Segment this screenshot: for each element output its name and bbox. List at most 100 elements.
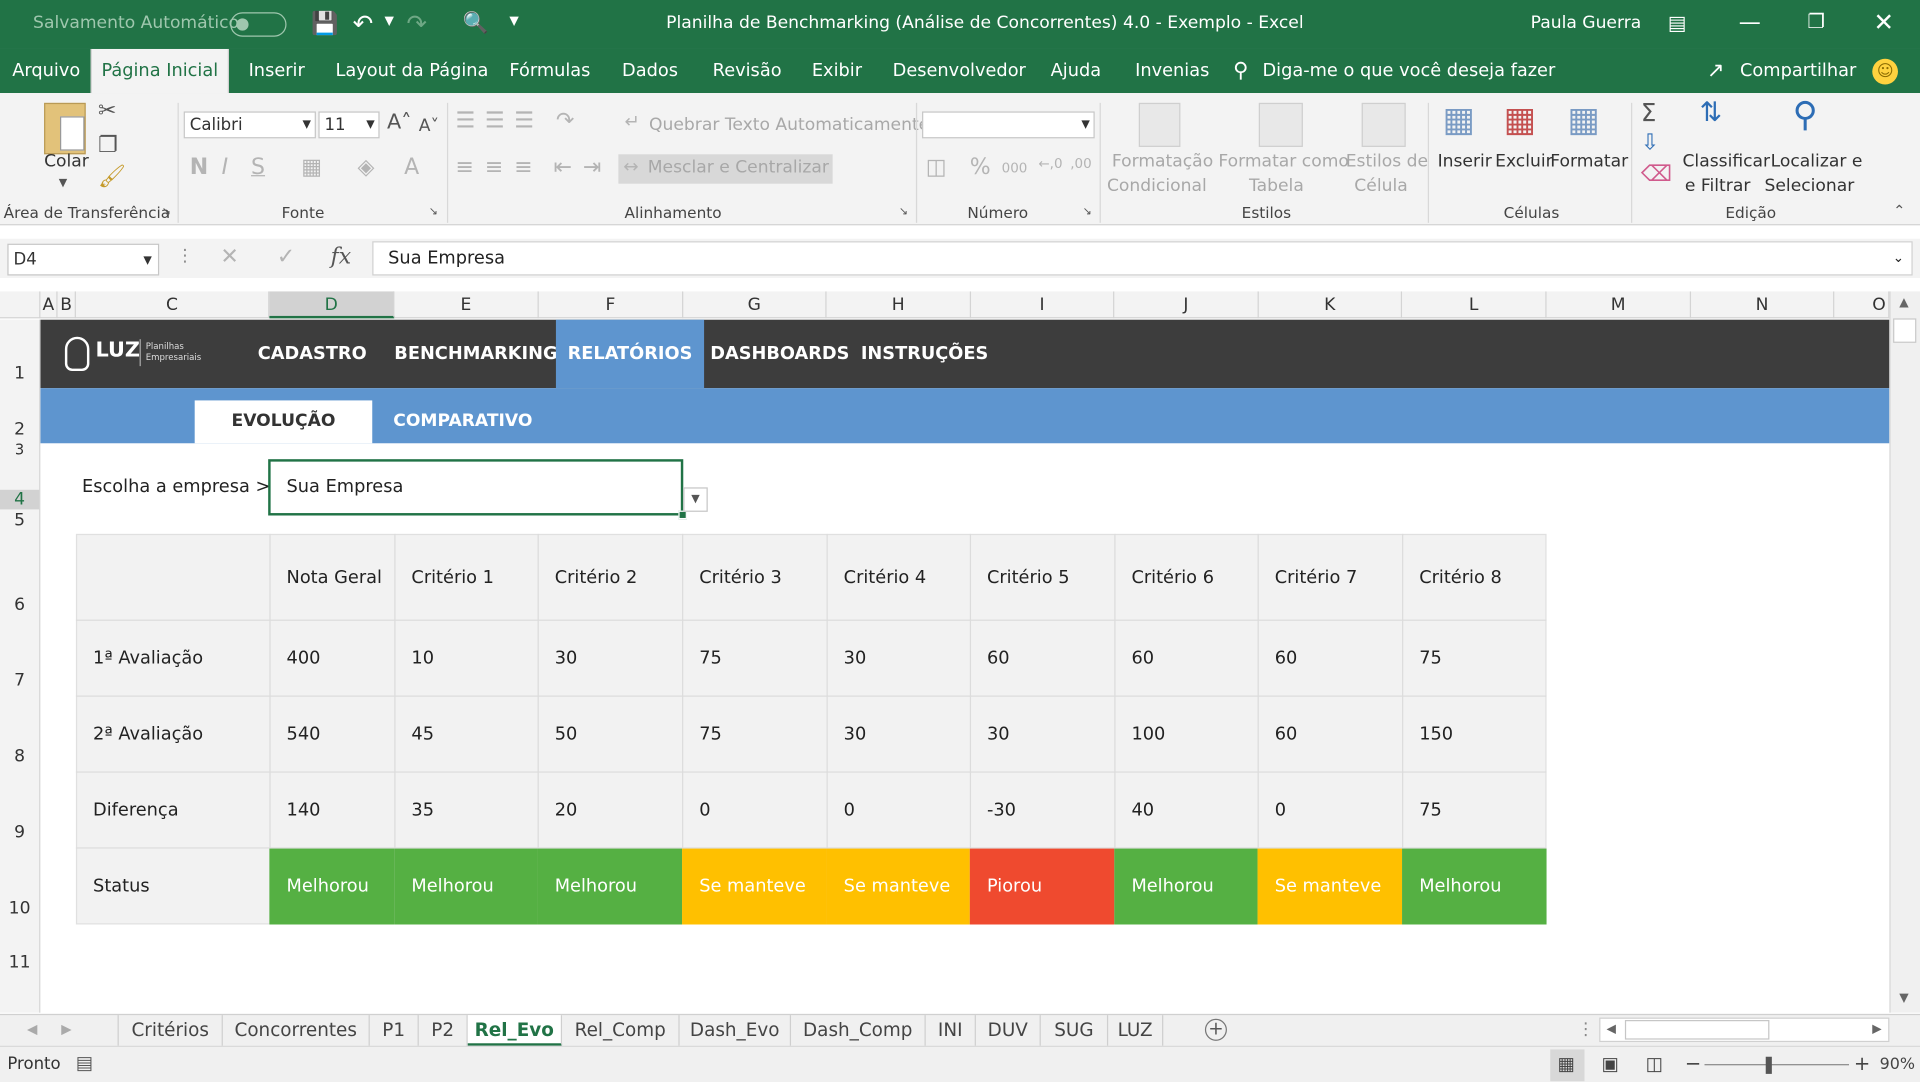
row-header-4[interactable]: 4 xyxy=(0,489,40,510)
zoom-in-icon[interactable]: + xyxy=(1854,1052,1870,1075)
conditional-formatting-icon[interactable] xyxy=(1138,102,1181,147)
name-box[interactable]: D4 ▼ xyxy=(7,243,160,276)
insert-cells-button[interactable]: Inserir xyxy=(1438,152,1492,172)
fill-color-icon[interactable]: ◈ xyxy=(358,156,375,179)
row-header-1[interactable]: 1 xyxy=(0,364,39,384)
sort-filter-label-1[interactable]: Classificar xyxy=(1682,152,1770,172)
print-preview-icon[interactable]: 🔍 xyxy=(463,11,489,35)
subnav-evolucao[interactable]: EVOLUÇÃO xyxy=(194,400,373,444)
scroll-left-icon[interactable]: ◀ xyxy=(1607,1022,1616,1035)
tab-splitter-icon[interactable]: ⋮ xyxy=(1577,1020,1594,1040)
user-name[interactable]: Paula Guerra xyxy=(1531,13,1642,33)
scroll-right-icon[interactable]: ▶ xyxy=(1872,1022,1881,1035)
delete-cells-icon[interactable]: ▦ xyxy=(1504,102,1536,137)
wrap-text-button[interactable]: Quebrar Texto Automaticamente xyxy=(649,115,929,135)
nav-dashboards[interactable]: DASHBOARDS xyxy=(710,320,849,389)
format-as-table-label-1[interactable]: Formatar como xyxy=(1218,152,1349,172)
sheet-tab-sug[interactable]: SUG xyxy=(1041,1015,1109,1047)
ribbon-display-icon[interactable]: ▤ xyxy=(1668,11,1687,34)
sheet-tab-p1[interactable]: P1 xyxy=(370,1015,419,1047)
tab-scroll-right-icon[interactable]: ▶ xyxy=(61,1021,71,1037)
tab-inserir[interactable]: Inserir xyxy=(249,49,305,93)
sheet-tab-dash-evo[interactable]: Dash_Evo xyxy=(680,1015,792,1047)
cell-styles-icon[interactable] xyxy=(1361,102,1406,147)
sort-filter-icon[interactable]: ⇅ xyxy=(1700,100,1723,127)
nav-instrucoes[interactable]: INSTRUÇÕES xyxy=(861,320,989,389)
customize-toolbar-icon[interactable]: ▼ xyxy=(509,15,518,28)
column-header-d[interactable]: D xyxy=(269,291,395,319)
nav-relatorios[interactable]: RELATÓRIOS xyxy=(555,319,705,389)
row-header-7[interactable]: 7 xyxy=(0,671,39,691)
column-header-o[interactable]: O xyxy=(1834,291,1890,319)
align-bottom-icon[interactable]: ☰ xyxy=(514,110,534,132)
format-cells-icon[interactable]: ▦ xyxy=(1567,102,1599,137)
autosum-icon[interactable]: Σ xyxy=(1641,100,1656,124)
company-dropdown-icon[interactable]: ▼ xyxy=(683,487,708,512)
font-color-icon[interactable]: A xyxy=(404,156,419,179)
paste-icon[interactable] xyxy=(44,102,86,155)
delete-cells-button[interactable]: Excluir xyxy=(1495,152,1553,172)
insert-cells-icon[interactable]: ▦ xyxy=(1442,102,1474,137)
normal-view-icon[interactable]: ▦ xyxy=(1550,1049,1585,1082)
zoom-slider[interactable] xyxy=(1704,1064,1849,1066)
alignment-launcher-icon[interactable]: ↘ xyxy=(899,206,908,218)
feedback-smiley-icon[interactable]: ☺ xyxy=(1872,58,1898,85)
decrease-indent-icon[interactable]: ⇤ xyxy=(553,156,571,179)
format-cells-button[interactable]: Formatar xyxy=(1550,152,1628,172)
underline-icon[interactable]: S xyxy=(251,156,265,179)
sheet-tab-rel-comp[interactable]: Rel_Comp xyxy=(562,1015,680,1047)
macro-record-icon[interactable]: ▤ xyxy=(76,1052,93,1074)
fill-icon[interactable]: ⇩ xyxy=(1641,132,1659,154)
page-layout-view-icon[interactable]: ▣ xyxy=(1602,1053,1619,1075)
worksheet[interactable]: LUZ Planilhas Empresariais CADASTRO BENC… xyxy=(40,319,1890,1013)
column-header-a[interactable]: A xyxy=(40,291,58,319)
zoom-out-icon[interactable]: − xyxy=(1685,1052,1701,1075)
row-header-5[interactable]: 5 xyxy=(0,511,39,531)
confirm-entry-icon[interactable]: ✓ xyxy=(277,246,295,268)
column-header-f[interactable]: F xyxy=(539,291,684,319)
save-icon[interactable]: 💾 xyxy=(311,11,338,37)
find-select-label-1[interactable]: Localizar e xyxy=(1771,152,1863,172)
sheet-tab-luz[interactable]: LUZ xyxy=(1108,1015,1164,1047)
tab-revisao[interactable]: Revisão xyxy=(713,49,782,93)
column-header-m[interactable]: M xyxy=(1547,291,1692,319)
decrease-decimal-icon[interactable]: ,00 xyxy=(1070,157,1091,170)
zoom-slider-thumb[interactable] xyxy=(1765,1056,1772,1074)
find-select-icon[interactable]: ⚲ xyxy=(1793,97,1818,132)
align-center-icon[interactable]: ≡ xyxy=(485,156,503,179)
undo-dropdown-icon[interactable]: ▼ xyxy=(384,15,393,28)
align-left-icon[interactable]: ≡ xyxy=(456,156,474,179)
scroll-up-icon[interactable]: ▲ xyxy=(1899,296,1908,309)
align-top-icon[interactable]: ☰ xyxy=(456,110,476,132)
undo-icon[interactable]: ↶ xyxy=(353,9,374,38)
cell-styles-label-2[interactable]: Célula xyxy=(1354,176,1407,196)
row-header-8[interactable]: 8 xyxy=(0,747,39,767)
shrink-font-icon[interactable]: A˅ xyxy=(419,118,439,135)
restore-icon[interactable]: ❐ xyxy=(1807,10,1825,33)
tab-layout[interactable]: Layout da Página xyxy=(336,49,489,93)
column-header-l[interactable]: L xyxy=(1402,291,1547,319)
horizontal-scroll-thumb[interactable] xyxy=(1624,1020,1770,1040)
cancel-entry-icon[interactable]: ✕ xyxy=(220,246,238,268)
font-launcher-icon[interactable]: ↘ xyxy=(429,206,438,218)
add-sheet-icon[interactable]: + xyxy=(1204,1018,1227,1041)
expand-formula-icon[interactable]: ⌄ xyxy=(1893,250,1904,266)
scroll-down-icon[interactable]: ▼ xyxy=(1899,992,1908,1005)
cell-styles-label-1[interactable]: Estilos de xyxy=(1346,152,1428,172)
align-right-icon[interactable]: ≡ xyxy=(514,156,532,179)
minimize-icon[interactable]: — xyxy=(1739,10,1761,36)
close-icon[interactable]: ✕ xyxy=(1873,7,1894,36)
row-header-3[interactable]: 3 xyxy=(0,441,39,458)
zoom-level[interactable]: 90% xyxy=(1880,1056,1915,1074)
paste-button[interactable]: Colar xyxy=(44,152,89,172)
sheet-tab-rel-evo[interactable]: Rel_Evo xyxy=(467,1015,563,1047)
font-size-select[interactable]: 11 ▼ xyxy=(318,111,380,139)
row-header-2[interactable]: 2 xyxy=(0,420,39,440)
grow-font-icon[interactable]: A˄ xyxy=(387,112,412,134)
tab-scroll-left-icon[interactable]: ◀ xyxy=(27,1021,37,1037)
conditional-formatting-label-1[interactable]: Formatação xyxy=(1112,152,1213,172)
page-break-view-icon[interactable]: ◫ xyxy=(1646,1053,1663,1075)
sort-filter-label-2[interactable]: e Filtrar xyxy=(1685,176,1750,196)
increase-decimal-icon[interactable]: ←,0 xyxy=(1038,157,1062,170)
merge-center-button[interactable]: ↔ Mesclar e Centralizar xyxy=(618,154,833,184)
